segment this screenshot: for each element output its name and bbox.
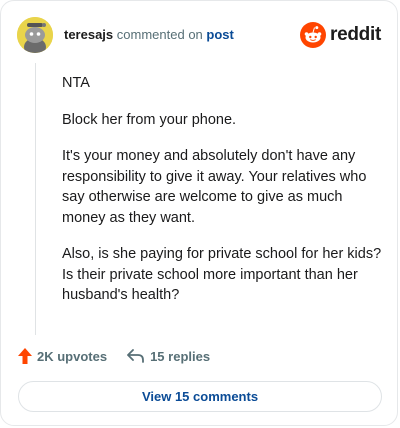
reply-count: 15 replies [150,348,211,364]
view-comments-button[interactable]: View 15 comments [18,381,382,412]
post-link[interactable]: post [206,27,233,42]
comment-actions: 2K upvotes 15 replies [18,345,210,367]
comment-paragraph: It's your money and absolutely don't hav… [62,148,367,226]
upvote-arrow-icon [18,348,32,364]
brand-wordmark: reddit [330,24,381,45]
username[interactable]: teresajs [64,27,113,42]
comment-card: teresajs commented on post reddit NTA Bl… [0,0,398,426]
reddit-logo[interactable]: reddit [300,21,381,49]
comment-header: teresajs commented on post reddit [17,17,381,53]
comment-paragraph: Also, is she paying for private school f… [62,246,382,303]
reply-button[interactable]: 15 replies [127,349,210,364]
reply-arrow-icon [127,349,144,363]
comment-paragraph: Block her from your phone. [62,111,237,128]
snoo-avatar-icon [17,17,53,53]
comment-paragraph: NTA [62,75,90,91]
avatar[interactable] [17,17,53,53]
reddit-snoo-icon [300,22,327,48]
comment-body: NTA Block her from your phone. It's your… [62,73,382,322]
upvote-count: 2K upvotes [37,348,108,364]
comment-meta: teresajs commented on post [64,27,234,42]
commented-on-text: commented on [116,27,203,42]
upvote-button[interactable]: 2K upvotes [18,348,107,364]
thread-line [35,63,36,335]
